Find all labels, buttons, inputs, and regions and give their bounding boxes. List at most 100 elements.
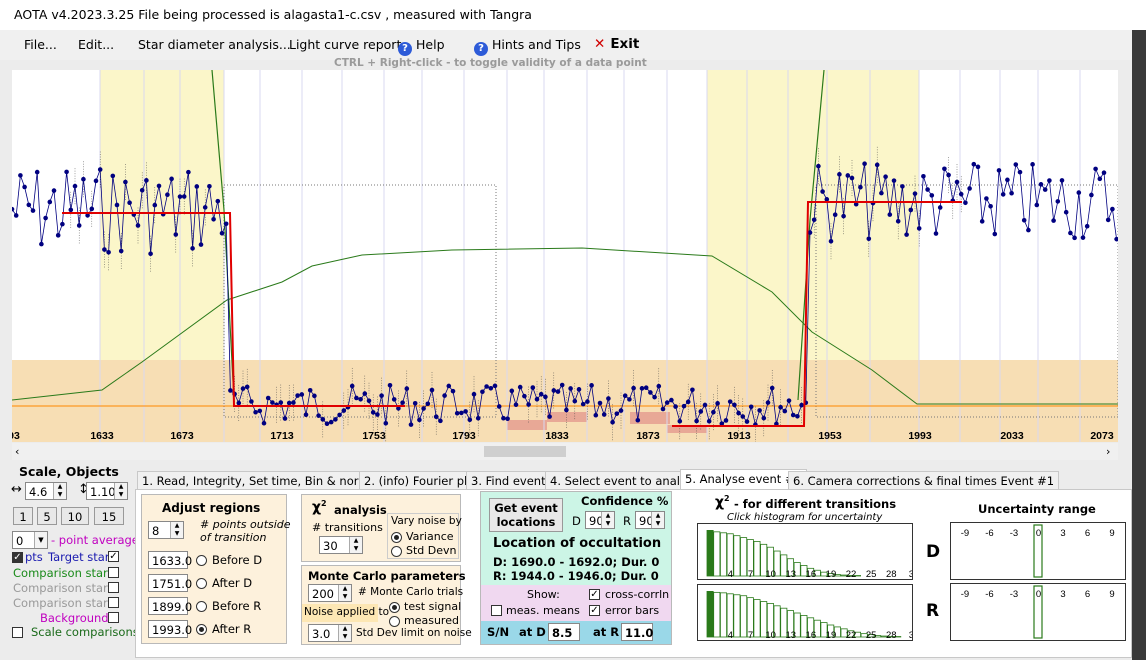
data-point xyxy=(1055,199,1061,204)
histogram-bar xyxy=(713,591,721,638)
std-devn-radio[interactable] xyxy=(391,546,402,557)
confidence-label: Confidence % xyxy=(581,494,669,508)
meas-means-checkbox[interactable] xyxy=(491,605,502,616)
selection-block xyxy=(547,412,587,422)
r-uncertainty-range[interactable]: -9 -6 -3 0 3 6 9 xyxy=(950,583,1126,641)
measured-radio[interactable] xyxy=(389,616,400,627)
location-title: Location of occultation xyxy=(493,536,662,551)
scroll-right-icon[interactable]: › xyxy=(1106,445,1110,458)
menu-exit[interactable]: ✕ Exit xyxy=(594,36,639,52)
data-point xyxy=(307,387,313,393)
uncertainty-tick: 9 xyxy=(1109,528,1114,539)
error-bars-checkbox[interactable]: ✓ xyxy=(589,605,600,616)
scroll-thumb[interactable] xyxy=(484,446,566,457)
sn-at-d-label: at D xyxy=(519,625,546,639)
tab-find-events[interactable]: 3. Find events xyxy=(466,471,557,490)
data-point xyxy=(576,387,582,392)
data-point xyxy=(711,409,716,415)
after-d-value[interactable]: 1751.0 xyxy=(148,574,192,592)
get-event-locations-button[interactable]: Get event locations xyxy=(489,498,563,532)
cross-correlation-checkbox[interactable]: ✓ xyxy=(589,589,600,600)
r-histogram[interactable]: 4 7 10 13 16 19 22 25 28 3 xyxy=(697,584,914,641)
before-d-radio[interactable] xyxy=(196,555,207,566)
r-uncertainty-svg[interactable]: -9 -6 -3 0 3 6 9 xyxy=(951,584,1125,640)
data-point xyxy=(921,173,926,179)
data-point xyxy=(177,194,183,199)
data-point xyxy=(18,173,23,178)
variance-radio[interactable] xyxy=(391,532,402,543)
data-point xyxy=(341,408,347,413)
histogram-tick: 13 xyxy=(785,569,796,579)
data-point xyxy=(891,178,897,183)
histogram-bar xyxy=(733,594,741,638)
before-d-value[interactable]: 1633.0 xyxy=(148,551,192,569)
d-histogram[interactable]: 4 7 10 13 16 19 22 25 28 3 xyxy=(697,523,914,580)
scale-button-5[interactable]: 5 xyxy=(37,507,57,525)
scale-button-1[interactable]: 1 xyxy=(13,507,33,525)
data-point xyxy=(471,391,477,397)
point-average-select[interactable]: 0 ▼ xyxy=(12,531,48,549)
scale-button-15[interactable]: 15 xyxy=(94,507,124,525)
data-point xyxy=(316,413,321,418)
data-point xyxy=(1110,206,1115,212)
monte-carlo-panel: Monte Carlo parameters 200 ▲ ▼ # Monte Car… xyxy=(301,565,472,645)
plot-scrollbar[interactable]: ‹ › xyxy=(12,443,1118,460)
d-uncertainty-svg[interactable]: -9 -6 -3 0 3 6 9 xyxy=(951,523,1125,579)
menu-star-diameter[interactable]: Star diameter analysis... xyxy=(138,37,291,52)
scroll-left-icon[interactable]: ‹ xyxy=(15,445,19,458)
data-point xyxy=(89,206,95,212)
data-point xyxy=(601,412,607,417)
transitions-stepper[interactable]: 30 ▲ ▼ xyxy=(319,536,363,554)
target-star-checkbox[interactable]: ✓ xyxy=(108,551,119,562)
confidence-d-stepper[interactable]: 90 ▲ ▼ xyxy=(585,511,615,529)
background-checkbox[interactable] xyxy=(108,612,119,623)
light-curve-plot[interactable]: 93 1633 1673 1713 1753 1793 1833 1873 1913 1953 19… xyxy=(8,69,1119,443)
histogram-bar xyxy=(706,591,714,638)
points-outside-stepper[interactable]: 8 ▲ ▼ xyxy=(148,521,184,539)
data-point xyxy=(501,415,506,421)
data-point xyxy=(664,400,670,405)
uncertainty-tick: 6 xyxy=(1085,528,1090,539)
vertical-scale-stepper[interactable]: 1.10 ▲ ▼ xyxy=(86,482,128,500)
tab-camera-corrections[interactable]: 6. Camera corrections & final times Even… xyxy=(788,471,1060,490)
menu-file[interactable]: File... xyxy=(24,37,57,52)
histogram-subtitle: Click histogram for uncertainty xyxy=(727,512,883,523)
before-r-radio[interactable] xyxy=(196,601,207,612)
data-point xyxy=(26,202,32,208)
data-point xyxy=(278,400,284,405)
histogram-tick: 3 xyxy=(909,630,912,640)
after-r-radio[interactable] xyxy=(196,624,207,635)
after-r-value[interactable]: 1993.0 xyxy=(148,620,192,638)
comparison-star-2-checkbox[interactable] xyxy=(108,582,119,593)
menu-edit[interactable]: Edit... xyxy=(78,37,114,52)
data-point xyxy=(698,409,704,414)
horizontal-scale-stepper[interactable]: 4.6 ▲ ▼ xyxy=(25,482,67,500)
data-point xyxy=(152,202,158,208)
data-point xyxy=(967,186,972,191)
menu-hints[interactable]: ? Hints and Tips xyxy=(474,37,581,56)
x-tick-label: 93 xyxy=(12,430,20,442)
data-point xyxy=(942,166,947,172)
before-r-value[interactable]: 1899.0 xyxy=(148,597,192,615)
x-tick-label: 1673 xyxy=(170,430,194,442)
pts-checkbox[interactable]: ✓ xyxy=(12,552,23,563)
test-signal-radio[interactable] xyxy=(389,602,400,613)
r-histogram-svg[interactable]: 4 7 10 13 16 19 22 25 28 3 xyxy=(698,585,914,641)
scale-comparisons-checkbox[interactable] xyxy=(12,627,23,638)
menu-light-curve-report[interactable]: Light curve report xyxy=(289,37,401,52)
menu-help[interactable]: ? Help xyxy=(398,37,445,56)
data-point xyxy=(727,399,733,404)
scale-button-10[interactable]: 10 xyxy=(61,507,89,525)
data-point xyxy=(400,400,405,405)
after-d-radio[interactable] xyxy=(196,578,207,589)
d-uncertainty-range[interactable]: -9 -6 -3 0 3 6 9 xyxy=(950,522,1126,580)
light-curve-svg[interactable]: 93 1633 1673 1713 1753 1793 1833 1873 1913 1953 19… xyxy=(8,69,1119,443)
monte-carlo-trials-stepper[interactable]: 200 ▲ ▼ xyxy=(308,584,352,602)
data-point xyxy=(467,417,473,423)
comparison-star-3-checkbox[interactable] xyxy=(108,597,119,608)
confidence-r-stepper[interactable]: 90 ▲ ▼ xyxy=(635,511,665,529)
histogram-tick: 4 xyxy=(728,569,733,579)
d-histogram-svg[interactable]: 4 7 10 13 16 19 22 25 28 3 xyxy=(698,524,914,580)
sd-limit-stepper[interactable]: 3.0 ▲ ▼ xyxy=(308,624,352,642)
comparison-star-1-checkbox[interactable] xyxy=(108,567,119,578)
